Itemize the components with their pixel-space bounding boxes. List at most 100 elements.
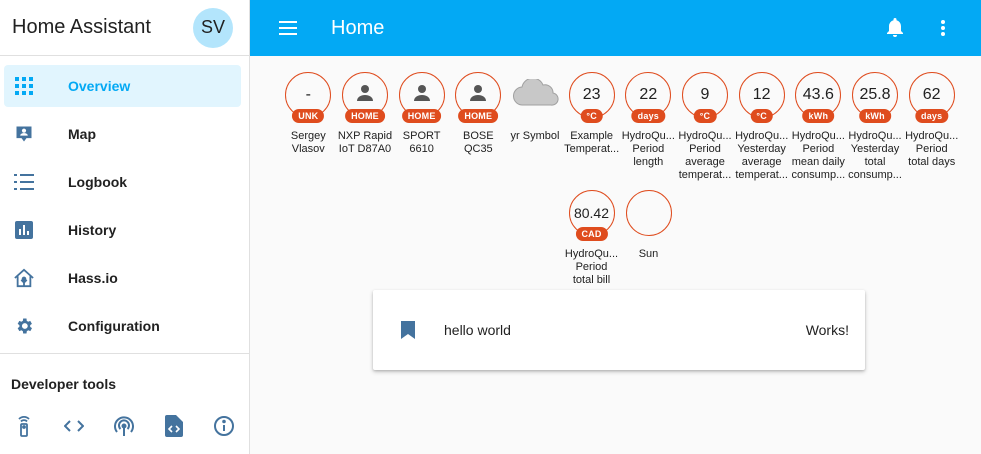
sidebar-item-label: Logbook bbox=[68, 174, 128, 190]
file-xml-icon[interactable] bbox=[162, 414, 186, 438]
badge-label-line: Sergey bbox=[290, 130, 326, 142]
page-title: Home bbox=[331, 16, 385, 39]
badge-label: HydroQu... Period total bill bbox=[564, 248, 620, 287]
badge-label-line: Example bbox=[570, 130, 614, 142]
information-outline-icon[interactable] bbox=[212, 414, 236, 438]
sidebar-item-label: Overview bbox=[68, 78, 131, 94]
badge-circle: 25.8 kWh bbox=[852, 72, 899, 123]
badge-label-line: IoT D87A0 bbox=[338, 143, 392, 155]
badge-sport-6610[interactable]: HOME SPORT 6610 bbox=[393, 72, 450, 182]
badge-yesterday-total-consumption[interactable]: 25.8 kWh HydroQu... Yesterday total cons… bbox=[847, 72, 904, 182]
badge-label-line: total bbox=[864, 156, 886, 168]
badge-label-line: HydroQu... bbox=[735, 130, 789, 142]
badge-label-line: 6610 bbox=[409, 143, 434, 155]
badge-label-line: Yesterday bbox=[737, 143, 786, 155]
badge-label-line: total bill bbox=[572, 274, 611, 286]
hassio-icon bbox=[4, 268, 44, 288]
badge-label: Sergey Vlasov bbox=[280, 130, 336, 156]
badge-label-line: Period bbox=[802, 143, 835, 155]
badge-label-line: HydroQu... bbox=[621, 130, 675, 142]
code-tags-icon[interactable] bbox=[62, 414, 86, 438]
badge-period-length[interactable]: 22 days HydroQu... Period length bbox=[620, 72, 677, 182]
badge-value: - bbox=[305, 86, 311, 103]
badge-circle: HOME bbox=[455, 72, 502, 123]
badge-label-line: average bbox=[741, 156, 782, 168]
cloud-icon bbox=[511, 77, 559, 112]
badge-value: 22 bbox=[639, 86, 658, 103]
badge-period-mean-daily-consumption[interactable]: 43.6 kWh HydroQu... Period mean daily co… bbox=[790, 72, 847, 182]
badge-label-line: Temperat... bbox=[564, 143, 620, 155]
badge-label: HydroQu... Period average temperat... bbox=[677, 130, 733, 182]
badges-area: - UNK Sergey Vlasov HOME NXP Rapid IoT D… bbox=[280, 72, 960, 287]
badge-label-line: Vlasov bbox=[291, 143, 325, 155]
badge-unit: UNK bbox=[292, 109, 325, 123]
badge-label: Sun bbox=[621, 248, 677, 261]
avatar[interactable]: SV bbox=[193, 7, 233, 48]
badge-example-temperature[interactable]: 23 °C Example Temperat... bbox=[563, 72, 620, 182]
badge-circle bbox=[511, 72, 559, 118]
bell-icon[interactable] bbox=[883, 16, 907, 40]
sidebar-item-hassio[interactable]: Hass.io bbox=[4, 257, 241, 299]
badge-yr-symbol[interactable]: yr Symbol bbox=[507, 72, 564, 182]
badge-nxp-rapid-iot[interactable]: HOME NXP Rapid IoT D87A0 bbox=[337, 72, 394, 182]
badge-label-line: HydroQu... bbox=[791, 130, 845, 142]
badge-circle bbox=[625, 190, 672, 236]
badge-value: 80.42 bbox=[573, 205, 610, 221]
bookmark-icon bbox=[400, 320, 416, 340]
toolbar-actions bbox=[883, 16, 955, 40]
badge-yesterday-average-temperature[interactable]: 12 °C HydroQu... Yesterday average tempe… bbox=[733, 72, 790, 182]
developer-tools-title: Developer tools bbox=[11, 376, 117, 392]
badge-circle: - UNK bbox=[285, 72, 332, 123]
badge-bose-qc35[interactable]: HOME BOSE QC35 bbox=[450, 72, 507, 182]
badge-value: 9 bbox=[700, 86, 710, 103]
badge-unit: days bbox=[915, 109, 949, 123]
dots-vertical-icon[interactable] bbox=[931, 16, 955, 40]
entity-name[interactable]: hello world bbox=[444, 322, 511, 338]
badge-label-line: Period bbox=[575, 261, 608, 273]
entity-state: Works! bbox=[805, 322, 849, 338]
badge-unit: kWh bbox=[802, 109, 835, 123]
badge-row: 80.42 CAD HydroQu... Period total bill S… bbox=[280, 190, 960, 287]
badge-label: BOSE QC35 bbox=[450, 130, 506, 156]
remote-icon[interactable] bbox=[12, 414, 36, 438]
badge-label: yr Symbol bbox=[507, 130, 563, 143]
badge-label: HydroQu... Period length bbox=[620, 130, 676, 169]
sidebar-item-configuration[interactable]: Configuration bbox=[4, 305, 241, 347]
badge-circle: 80.42 CAD bbox=[568, 190, 615, 241]
badge-circle: 22 days bbox=[625, 72, 672, 123]
badge-label-line: temperat... bbox=[735, 169, 788, 181]
badge-unit: HOME bbox=[345, 109, 385, 123]
badge-label-line: yr Symbol bbox=[510, 130, 560, 142]
badge-period-average-temperature[interactable]: 9 °C HydroQu... Period average temperat.… bbox=[677, 72, 734, 182]
sidebar-item-label: Hass.io bbox=[68, 270, 118, 286]
sidebar-item-overview[interactable]: Overview bbox=[4, 65, 241, 107]
badge-unit: °C bbox=[693, 109, 717, 123]
sidebar-item-label: Map bbox=[68, 126, 96, 142]
badge-label: NXP Rapid IoT D87A0 bbox=[337, 130, 393, 156]
badge-unit: °C bbox=[580, 109, 603, 123]
sidebar: Home Assistant SV Overview Map Logbook H… bbox=[0, 0, 250, 454]
menu-icon[interactable] bbox=[276, 16, 300, 40]
badge-circle: HOME bbox=[398, 72, 445, 123]
badge-period-total-days[interactable]: 62 days HydroQu... Period total days bbox=[903, 72, 960, 182]
badge-sun[interactable]: Sun bbox=[620, 190, 677, 287]
entity-card[interactable]: hello world Works! bbox=[373, 290, 865, 370]
badge-value: 12 bbox=[752, 86, 771, 103]
badge-unit: °C bbox=[750, 109, 773, 123]
format-list-bulleted-icon bbox=[4, 173, 44, 191]
badge-label: SPORT 6610 bbox=[394, 130, 450, 156]
access-point-icon[interactable] bbox=[112, 414, 136, 438]
badge-period-total-bill[interactable]: 80.42 CAD HydroQu... Period total bill bbox=[563, 190, 620, 287]
sidebar-item-logbook[interactable]: Logbook bbox=[4, 161, 241, 203]
badge-value: 23 bbox=[582, 86, 601, 103]
badge-circle: 62 days bbox=[908, 72, 955, 123]
badge-label-line: consump... bbox=[791, 169, 846, 181]
badge-sergey-vlasov[interactable]: - UNK Sergey Vlasov bbox=[280, 72, 337, 182]
badge-label-line: mean daily bbox=[791, 156, 845, 168]
badge-label-line: temperat... bbox=[678, 169, 732, 181]
sidebar-item-map[interactable]: Map bbox=[4, 113, 241, 155]
badge-label-line: QC35 bbox=[463, 143, 493, 155]
badge-label: HydroQu... Period mean daily consump... bbox=[790, 130, 846, 182]
badge-label-line: NXP Rapid bbox=[337, 130, 393, 142]
sidebar-item-history[interactable]: History bbox=[4, 209, 241, 251]
